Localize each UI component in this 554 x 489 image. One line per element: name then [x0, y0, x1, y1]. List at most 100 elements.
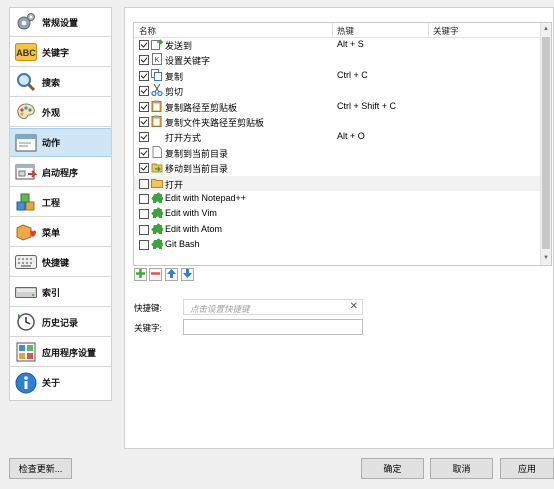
launch-icon	[15, 161, 37, 183]
table-row[interactable]: 发送到 Alt + S	[134, 37, 540, 52]
sidebar-item-label: 关于	[42, 378, 61, 388]
column-header-hotkey[interactable]: 热键	[337, 25, 354, 37]
row-hotkey: Alt + S	[337, 39, 364, 49]
remove-icon	[151, 269, 160, 280]
clock-icon	[15, 311, 37, 333]
row-checkbox[interactable]	[139, 40, 149, 50]
table-row[interactable]: 打开	[134, 175, 540, 191]
row-name: Edit with Atom	[165, 223, 223, 234]
sidebar-item-general[interactable]: 常规设置	[10, 8, 111, 37]
cancel-button[interactable]: 取消	[430, 458, 493, 479]
sidebar-item-launch-programs[interactable]: 启动程序	[10, 158, 111, 187]
table-row[interactable]: Edit with Notepad++	[134, 191, 540, 206]
ok-button[interactable]: 确定	[361, 458, 424, 479]
keyboard-icon	[15, 251, 37, 273]
keyword-input[interactable]	[183, 319, 363, 335]
row-checkbox[interactable]	[139, 240, 149, 251]
row-checkbox[interactable]	[139, 86, 149, 97]
column-header-keyword[interactable]: 关键字	[433, 25, 459, 37]
column-divider	[332, 23, 333, 37]
svg-text:K: K	[155, 57, 160, 64]
add-icon	[136, 269, 145, 280]
row-checkbox[interactable]	[139, 209, 149, 220]
vertical-scrollbar[interactable]: ▲ ▼	[540, 23, 551, 265]
row-checkbox[interactable]	[139, 117, 149, 127]
sidebar-item-label: 动作	[42, 138, 61, 148]
abc-keyword-icon: ABC	[15, 41, 37, 63]
row-checkbox[interactable]	[139, 101, 149, 112]
sidebar-item-history[interactable]: 历史记录	[10, 308, 111, 337]
table-row[interactable]: 复制到当前目录	[134, 145, 540, 160]
move-up-button[interactable]	[165, 268, 178, 281]
row-name: Git Bash	[165, 239, 200, 250]
magnifier-icon	[15, 71, 37, 93]
table-row[interactable]: Edit with Atom	[134, 222, 540, 237]
sidebar-item-actions[interactable]: 动作	[10, 128, 111, 157]
row-checkbox[interactable]	[139, 178, 149, 189]
row-checkbox[interactable]	[139, 147, 149, 158]
scrollbar-thumb[interactable]	[542, 37, 550, 249]
row-checkbox[interactable]	[139, 55, 149, 66]
sidebar-item-about[interactable]: 关于	[10, 368, 111, 397]
sidebar-item-label: 外观	[42, 107, 61, 118]
sidebar-item-label: 应用程序设置	[42, 347, 97, 358]
keyword-icon: K	[151, 53, 163, 66]
cut-icon	[151, 83, 163, 97]
column-header-name[interactable]: 名称	[139, 25, 156, 37]
remove-action-button[interactable]	[149, 268, 162, 281]
row-checkbox[interactable]	[139, 163, 149, 174]
add-action-button[interactable]	[134, 268, 147, 281]
row-name: 发送到	[165, 41, 193, 51]
sidebar-item-project[interactable]: 工程	[10, 188, 111, 217]
check-updates-button[interactable]: 检查更新...	[9, 458, 72, 479]
table-header: 名称 热键 关键字	[134, 23, 540, 38]
row-name: 复制到当前目录	[165, 148, 229, 159]
sidebar-item-keyword[interactable]: ABC 关键字	[10, 38, 111, 67]
palette-icon	[15, 101, 37, 123]
sidebar-item-search[interactable]: 搜索	[10, 68, 111, 97]
plugin-icon	[151, 238, 164, 250]
settings-sidebar: 常规设置 ABC 关键字 搜索 外观 动作 启动程序 工程 菜单 快捷键 索引 …	[9, 7, 112, 401]
sidebar-item-appearance[interactable]: 外观	[10, 98, 111, 127]
sidebar-item-hotkeys[interactable]: 快捷键	[10, 248, 111, 277]
clear-hotkey-icon[interactable]: ✕	[350, 301, 358, 312]
row-checkbox[interactable]	[139, 194, 149, 204]
scroll-down-arrow[interactable]: ▼	[542, 254, 550, 262]
sidebar-item-index[interactable]: 索引	[10, 278, 111, 307]
row-checkbox[interactable]	[139, 132, 149, 143]
row-hotkey: Ctrl + Shift + C	[337, 100, 397, 111]
table-row[interactable]: 复制 Ctrl + C	[134, 68, 540, 83]
hotkey-placeholder: 点击设置快捷键	[190, 304, 250, 314]
table-row[interactable]: 打开方式 Alt + O	[134, 129, 540, 144]
row-checkbox[interactable]	[139, 224, 149, 235]
scroll-up-arrow[interactable]: ▲	[542, 25, 550, 33]
row-hotkey: Alt + O	[337, 131, 365, 142]
move-down-button[interactable]	[181, 268, 194, 281]
copy-icon	[151, 68, 163, 81]
table-row[interactable]: Edit with Vim	[134, 206, 540, 221]
actions-table: 名称 热键 关键字 发送到 Alt + S K 设置关键字 复制 Ctrl + C 剪切 复制…	[133, 22, 552, 266]
table-row[interactable]: K 设置关键字	[134, 52, 540, 67]
table-row[interactable]: 复制文件夹路径至剪贴板	[134, 114, 540, 129]
gears-icon	[15, 11, 37, 33]
sidebar-item-app-settings[interactable]: 应用程序设置	[10, 338, 111, 367]
column-divider	[428, 23, 429, 37]
row-name: 设置关键字	[165, 56, 211, 67]
sidebar-item-menu[interactable]: 菜单	[10, 218, 111, 247]
apply-button[interactable]: 应用	[500, 458, 554, 479]
row-checkbox[interactable]	[139, 70, 149, 81]
table-row[interactable]: 复制路径至剪贴板 Ctrl + Shift + C	[134, 99, 540, 114]
action-window-icon	[15, 132, 37, 154]
info-icon	[15, 372, 37, 394]
row-name: 移动到当前目录	[165, 164, 229, 175]
disk-icon	[15, 281, 37, 303]
hotkey-label: 快捷键:	[134, 303, 162, 313]
app-grid-icon	[15, 341, 37, 363]
table-row[interactable]: 移动到当前目录	[134, 160, 540, 175]
table-row[interactable]: Git Bash	[134, 237, 540, 252]
table-row[interactable]: 剪切	[134, 83, 540, 98]
hotkey-field[interactable]: 点击设置快捷键 ✕	[183, 299, 363, 315]
move-icon	[151, 161, 163, 173]
keyword-label: 关键字:	[134, 323, 162, 333]
row-hotkey: Ctrl + C	[337, 69, 368, 80]
